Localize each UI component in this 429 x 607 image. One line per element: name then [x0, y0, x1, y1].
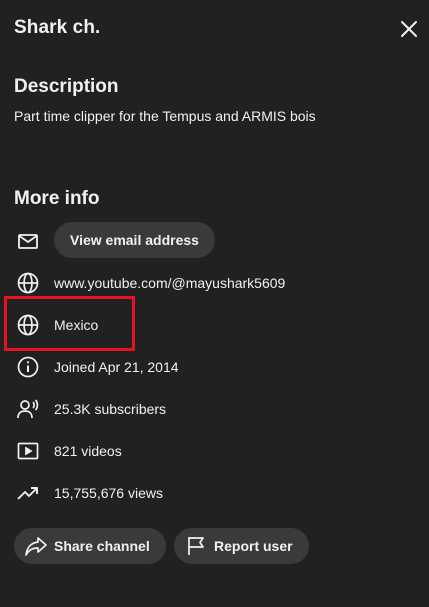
share-icon: [24, 534, 48, 558]
info-row-joined: Joined Apr 21, 2014: [14, 350, 179, 384]
flag-icon: [184, 534, 208, 558]
country-text: Mexico: [54, 317, 99, 333]
subscribers-icon: [14, 395, 42, 423]
close-icon: [401, 21, 417, 37]
video-icon: [14, 437, 42, 465]
views-text: 15,755,676 views: [54, 485, 163, 501]
info-row-views: 15,755,676 views: [14, 476, 163, 510]
close-button[interactable]: [396, 16, 422, 42]
info-row-country: Mexico: [14, 308, 98, 342]
globe-icon: [14, 311, 42, 339]
channel-url-link[interactable]: www.youtube.com/@mayushark5609: [54, 275, 285, 291]
info-row-url: www.youtube.com/@mayushark5609: [14, 266, 285, 300]
globe-icon: [14, 269, 42, 297]
view-email-button[interactable]: View email address: [54, 222, 215, 258]
about-dialog: Shark ch. Description Part time clipper …: [0, 0, 429, 607]
joined-text: Joined Apr 21, 2014: [54, 359, 179, 375]
more-info-heading: More info: [14, 188, 100, 209]
channel-title: Shark ch.: [14, 17, 101, 38]
email-row: [14, 224, 42, 258]
mail-icon: [14, 227, 42, 255]
report-user-label: Report user: [214, 538, 293, 554]
description-text: Part time clipper for the Tempus and ARM…: [14, 108, 316, 124]
trending-icon: [14, 479, 42, 507]
info-icon: [14, 353, 42, 381]
share-channel-label: Share channel: [54, 538, 150, 554]
description-heading: Description: [14, 76, 119, 97]
videos-text: 821 videos: [54, 443, 122, 459]
report-user-button[interactable]: Report user: [174, 528, 309, 564]
view-email-label: View email address: [70, 232, 199, 248]
info-row-videos: 821 videos: [14, 434, 122, 468]
share-channel-button[interactable]: Share channel: [14, 528, 166, 564]
info-row-subscribers: 25.3K subscribers: [14, 392, 166, 426]
subscribers-text: 25.3K subscribers: [54, 401, 167, 417]
